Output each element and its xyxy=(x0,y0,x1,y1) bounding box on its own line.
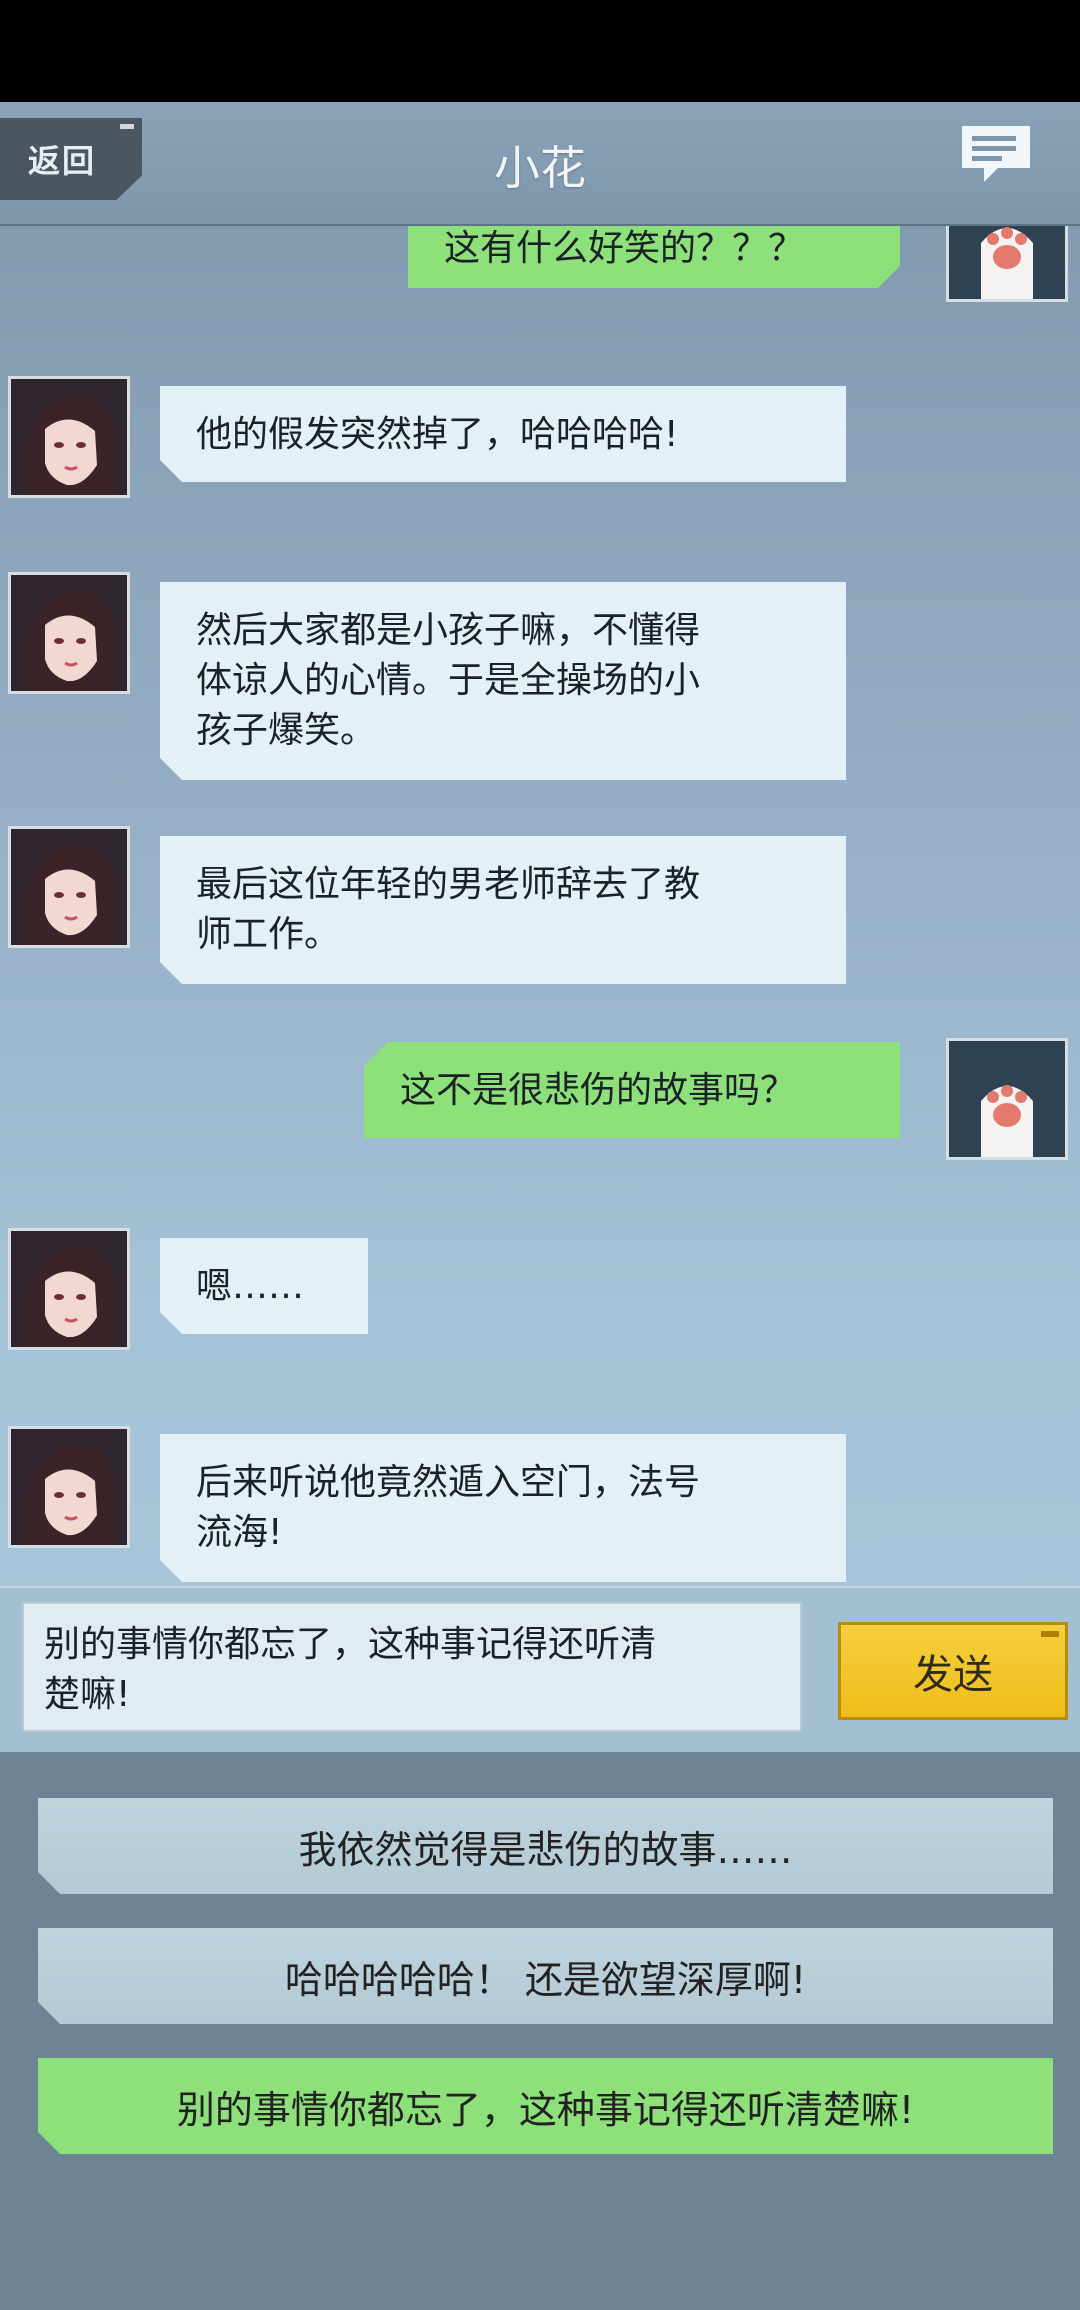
contact-avatar xyxy=(8,1228,130,1350)
message-line: 最后这位年轻的男老师辞去了教 xyxy=(196,864,701,905)
message-text: 嗯…… xyxy=(196,1266,305,1307)
message-list[interactable]: 这有什么好笑的？？？ 他的假发突然掉了，哈哈哈哈! 然后大家都是小孩子嘛，不懂得… xyxy=(0,226,1080,1586)
message-text: 这不是很悲伤的故事吗？ xyxy=(400,1070,797,1111)
contact-avatar xyxy=(8,376,130,498)
message-line: 后来听说他竟然遁入空门，法号 xyxy=(196,1462,701,1503)
status-bar xyxy=(0,0,1080,102)
player-avatar xyxy=(946,226,1068,302)
message-bubble-received: 最后这位年轻的男老师辞去了教 师工作。 xyxy=(160,836,846,984)
reply-option[interactable]: 我依然觉得是悲伤的故事…… xyxy=(38,1798,1053,1894)
contact-avatar xyxy=(8,572,130,694)
message-bubble-received: 嗯…… xyxy=(160,1238,368,1334)
message-line: 师工作。 xyxy=(196,914,341,955)
girl-portrait-icon xyxy=(11,379,127,495)
girl-portrait-icon xyxy=(11,1429,127,1545)
contact-avatar xyxy=(8,1426,130,1548)
message-bubble-received: 然后大家都是小孩子嘛，不懂得 体谅人的心情。于是全操场的小 孩子爆笑。 xyxy=(160,582,846,780)
chat-screen: 返回 小花 这有什么好笑的？？？ 他的假发突然掉了，哈哈哈哈! 然后大家都是小孩… xyxy=(0,102,1080,2310)
chat-bubble-icon[interactable] xyxy=(958,122,1034,186)
reply-option-label: 别的事情你都忘了，这种事记得还听清楚嘛! xyxy=(176,2087,915,2132)
reply-option[interactable]: 哈哈哈哈哈！ 还是欲望深厚啊! xyxy=(38,1928,1053,2024)
message-line: 流海! xyxy=(196,1512,283,1553)
contact-avatar xyxy=(8,826,130,948)
girl-portrait-icon xyxy=(11,575,127,691)
header: 返回 小花 xyxy=(0,102,1080,226)
send-button-label: 发送 xyxy=(913,1652,993,1698)
cat-paw-icon xyxy=(949,1041,1065,1157)
message-line: 体谅人的心情。于是全操场的小 xyxy=(196,660,701,701)
message-line: 孩子爆笑。 xyxy=(196,710,377,751)
player-avatar xyxy=(946,1038,1068,1160)
input-line: 别的事情你都忘了，这种事记得还听清 xyxy=(44,1624,657,1665)
message-input[interactable]: 别的事情你都忘了，这种事记得还听清 楚嘛! xyxy=(22,1602,802,1732)
cat-paw-icon xyxy=(949,226,1065,299)
girl-portrait-icon xyxy=(11,829,127,945)
girl-portrait-icon xyxy=(11,1231,127,1347)
input-line: 楚嘛! xyxy=(44,1674,131,1715)
page-title: 小花 xyxy=(494,141,586,195)
message-bubble-sent: 这不是很悲伤的故事吗？ xyxy=(364,1042,900,1138)
message-bubble-received: 后来听说他竟然遁入空门，法号 流海! xyxy=(160,1434,846,1582)
message-text: 他的假发突然掉了，哈哈哈哈! xyxy=(196,414,679,455)
reply-option-label: 我依然觉得是悲伤的故事…… xyxy=(298,1827,793,1872)
message-line: 然后大家都是小孩子嘛，不懂得 xyxy=(196,610,701,651)
send-button-mark xyxy=(1041,1631,1059,1637)
message-text: 这有什么好笑的？？？ xyxy=(444,228,805,269)
message-bubble-received: 他的假发突然掉了，哈哈哈哈! xyxy=(160,386,846,482)
reply-options-panel: 我依然觉得是悲伤的故事…… 哈哈哈哈哈！ 还是欲望深厚啊! 别的事情你都忘了，这… xyxy=(0,1752,1080,2310)
input-panel: 别的事情你都忘了，这种事记得还听清 楚嘛! 发送 xyxy=(0,1586,1080,1754)
reply-option-label: 哈哈哈哈哈！ 还是欲望深厚啊! xyxy=(284,1957,807,2002)
send-button[interactable]: 发送 xyxy=(838,1622,1068,1720)
message-bubble-sent: 这有什么好笑的？？？ xyxy=(408,226,900,288)
back-button-mark xyxy=(120,124,134,129)
reply-option-selected[interactable]: 别的事情你都忘了，这种事记得还听清楚嘛! xyxy=(38,2058,1053,2154)
